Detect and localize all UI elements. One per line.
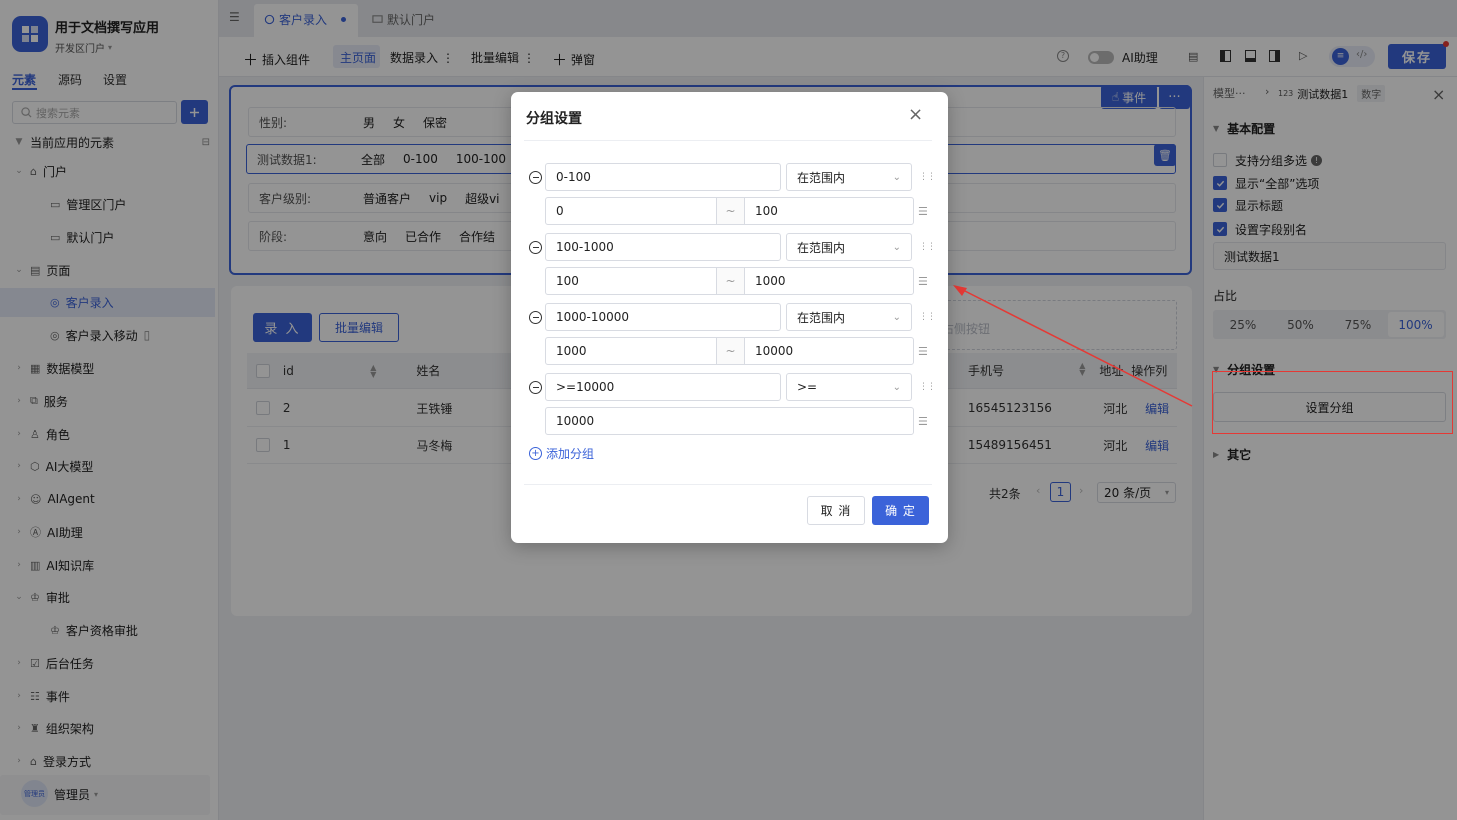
remove-group-icon[interactable] <box>529 241 542 254</box>
group-name-input[interactable]: >=10000 <box>545 373 781 401</box>
plus-circle-icon: + <box>529 447 542 460</box>
group-operator-select[interactable]: 在范围内 ⌄ <box>786 233 912 261</box>
group-operator-select[interactable]: 在范围内 ⌄ <box>786 303 912 331</box>
range-min-input[interactable]: 1000 <box>545 337 717 365</box>
divider <box>524 484 932 485</box>
group-operator-select[interactable]: >= ⌄ <box>786 373 912 401</box>
divider <box>524 140 932 141</box>
drag-handle-icon[interactable]: ⋮⋮ <box>919 312 936 322</box>
group-name-input[interactable]: 0-100 <box>545 163 781 191</box>
add-group-label: 添加分组 <box>546 447 595 461</box>
remove-group-icon[interactable] <box>529 381 542 394</box>
group-settings-dialog: 分组设置 × 0-100 在范围内 ⌄ ⋮⋮ 0 ~100 ☰ 100-1000 在范围内 ⌄ ⋮⋮… <box>511 92 948 543</box>
confirm-button[interactable]: 确 定 <box>872 496 929 525</box>
range-separator: ~ <box>716 197 745 225</box>
drag-handle-icon[interactable]: ⋮⋮ <box>919 242 936 252</box>
range-min-input[interactable]: 100 <box>545 267 717 295</box>
range-max-input[interactable]: 100 <box>744 197 914 225</box>
list-settings-icon[interactable]: ☰ <box>918 345 928 358</box>
operator-value: >= <box>797 380 818 394</box>
list-settings-icon[interactable]: ☰ <box>918 275 928 288</box>
chevron-down-icon: ⌄ <box>892 311 901 323</box>
add-group-button[interactable]: + 添加分组 <box>529 445 594 462</box>
list-settings-icon[interactable]: ☰ <box>918 205 928 218</box>
list-settings-icon[interactable]: ☰ <box>918 415 928 428</box>
remove-group-icon[interactable] <box>529 171 542 184</box>
range-max-input[interactable]: 10000 <box>744 337 914 365</box>
annotation-arrow <box>953 285 1193 407</box>
drag-handle-icon[interactable]: ⋮⋮ <box>919 172 936 182</box>
range-min-input[interactable]: 0 <box>545 197 717 225</box>
chevron-down-icon: ⌄ <box>892 241 901 253</box>
value-input[interactable]: 10000 <box>545 407 914 435</box>
range-max-input[interactable]: 1000 <box>744 267 914 295</box>
operator-value: 在范围内 <box>797 170 846 185</box>
cancel-button[interactable]: 取 消 <box>807 496 865 525</box>
range-separator: ~ <box>716 267 745 295</box>
chevron-down-icon: ⌄ <box>892 171 901 183</box>
group-name-input[interactable]: 1000-10000 <box>545 303 781 331</box>
annotation-highlight-box <box>1212 371 1453 434</box>
close-icon[interactable]: × <box>908 104 923 125</box>
drag-handle-icon[interactable]: ⋮⋮ <box>919 382 936 392</box>
remove-group-icon[interactable] <box>529 311 542 324</box>
dialog-title: 分组设置 <box>526 111 582 127</box>
operator-value: 在范围内 <box>797 310 846 325</box>
group-name-input[interactable]: 100-1000 <box>545 233 781 261</box>
chevron-down-icon: ⌄ <box>892 381 901 393</box>
group-operator-select[interactable]: 在范围内 ⌄ <box>786 163 912 191</box>
range-separator: ~ <box>716 337 745 365</box>
operator-value: 在范围内 <box>797 240 846 255</box>
